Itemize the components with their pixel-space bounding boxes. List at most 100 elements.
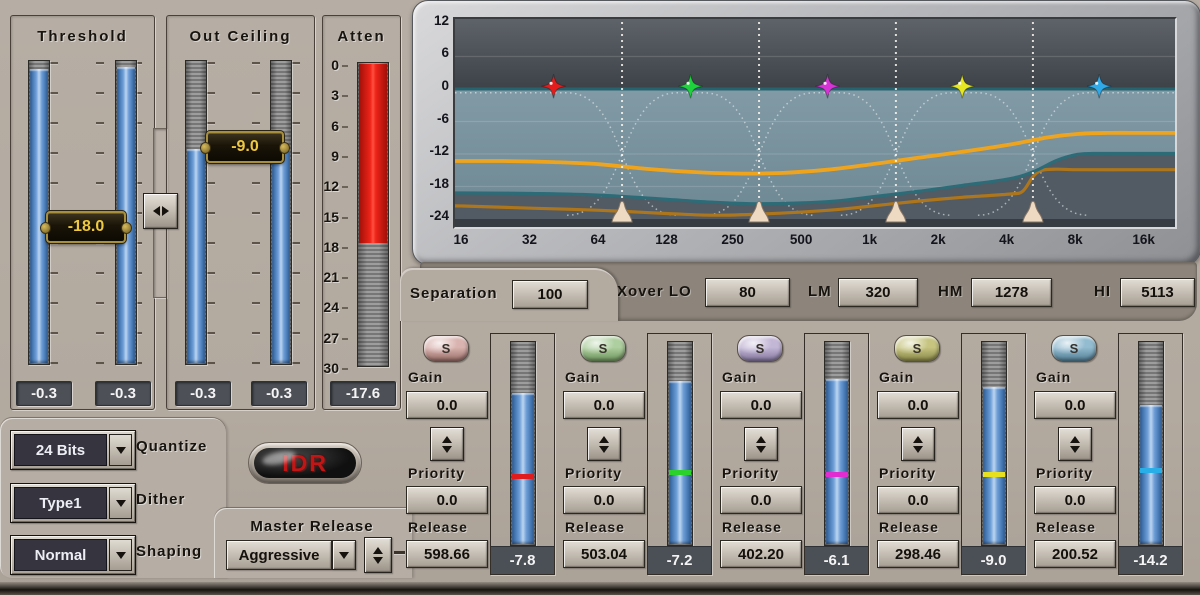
out-ceiling-value-tag[interactable]: -9.0 [200,130,290,164]
atten-scale-label: 9 [322,148,348,164]
band-1-solo-button[interactable]: S [423,335,469,362]
band-3-release-field[interactable]: 402.20 [720,540,802,568]
shaping-label: Shaping [136,543,203,560]
band-4-release-field[interactable]: 298.46 [877,540,959,568]
band-2-solo-button[interactable]: S [580,335,626,362]
y-tick-label: -24 [429,208,449,223]
xover-hi-field[interactable]: 5113 [1120,278,1195,307]
band-2-gain-stepper[interactable] [587,427,621,461]
band-2-gain-field[interactable]: 0.0 [563,391,645,419]
band-5-priority-field[interactable]: 0.0 [1034,486,1116,514]
dither-value: Type1 [14,487,107,519]
band-2-priority-field[interactable]: 0.0 [563,486,645,514]
atten-scale-label: 12 [322,178,348,194]
band-4-priority-field[interactable]: 0.0 [877,486,959,514]
band-5-priority-label: Priority [1036,465,1094,481]
x-tick-label: 2k [930,232,946,247]
band-5-meter-readout: -14.2 [1119,546,1182,574]
window-bottom-edge [0,582,1200,595]
dither-dropdown-arrow[interactable] [109,487,132,519]
band-4-solo-button[interactable]: S [894,335,940,362]
xover-lm-label: LM [808,283,832,300]
band-3-gain-field[interactable]: 0.0 [720,391,802,419]
x-tick-label: 16 [453,232,469,247]
band-1-gain-field[interactable]: 0.0 [406,391,488,419]
x-tick-label: 128 [655,232,678,247]
band-2-gain-label: Gain [565,369,601,385]
band-1-release-label: Release [408,519,468,535]
band-4-gain-field[interactable]: 0.0 [877,391,959,419]
band-3-priority-field[interactable]: 0.0 [720,486,802,514]
out-ceiling-slider-left[interactable] [185,60,207,365]
band-5-section: S Gain 0.0 Priority 0.0 Release 200.52 -… [1030,326,1187,576]
band-5-meter-channel [1138,341,1164,546]
band-1-priority-field[interactable]: 0.0 [406,486,488,514]
band-3-meter-mark [826,471,848,477]
link-right-arrow-icon [161,206,169,216]
out-ceiling-title: Out Ceiling [189,28,292,45]
out-ceiling-readout-right: -0.3 [251,381,307,406]
band-3-gain-label: Gain [722,369,758,385]
band-1-release-field[interactable]: 598.66 [406,540,488,568]
chevron-down-icon [339,551,349,559]
shaping-dropdown-arrow[interactable] [109,539,132,571]
up-arrow-icon [913,435,923,443]
atten-meter [357,62,389,367]
band-2-release-field[interactable]: 503.04 [563,540,645,568]
band-1-gain-stepper[interactable] [430,427,464,461]
atten-readout: -17.6 [330,381,396,406]
band-2-meter-readout: -7.2 [648,546,711,574]
quantize-dropdown-arrow[interactable] [109,434,132,466]
threshold-ceiling-link-button[interactable] [143,193,178,229]
band-3-gain-stepper[interactable] [744,427,778,461]
quantize-label: Quantize [136,438,208,455]
band-4-release-label: Release [879,519,939,535]
xover-lo-field[interactable]: 80 [705,278,790,307]
xover-lm-field[interactable]: 320 [838,278,918,307]
master-release-stepper[interactable] [364,537,392,573]
band-2-meter-mark [669,469,691,475]
threshold-value-tag[interactable]: -18.0 [40,210,132,244]
down-arrow-icon [913,445,923,453]
solo-letter: S [755,341,765,356]
up-arrow-icon [756,435,766,443]
master-release-dropdown-arrow[interactable] [332,540,356,570]
spectrum-plot[interactable] [453,17,1177,229]
band-3-solo-button[interactable]: S [737,335,783,362]
band-5-release-field[interactable]: 200.52 [1034,540,1116,568]
band-5-meter: -14.2 [1118,333,1183,575]
dither-dropdown[interactable]: Type1 [10,483,136,523]
band-3-section: S Gain 0.0 Priority 0.0 Release 402.20 -… [716,326,873,576]
x-tick-label: 8k [1067,232,1083,247]
quantize-dropdown[interactable]: 24 Bits [10,430,136,470]
solo-letter: S [441,341,451,356]
atten-meter-fill [359,64,387,243]
band-5-gain-label: Gain [1036,369,1072,385]
shaping-dropdown[interactable]: Normal [10,535,136,575]
shaping-value: Normal [14,539,107,571]
separation-field[interactable]: 100 [512,280,588,309]
band-2-meter-channel [667,341,693,546]
master-release-field[interactable]: Aggressive [226,540,332,570]
band-2-meter: -7.2 [647,333,712,575]
band-5-gain-field[interactable]: 0.0 [1034,391,1116,419]
up-arrow-icon [1070,435,1080,443]
band-5-solo-button[interactable]: S [1051,335,1097,362]
idr-logo-button[interactable]: IDR [248,442,362,484]
band-1-gain-label: Gain [408,369,444,385]
band-5-gain-stepper[interactable] [1058,427,1092,461]
band-4-gain-stepper[interactable] [901,427,935,461]
chevron-down-icon [115,446,126,454]
bands-section: S Gain 0.0 Priority 0.0 Release 598.66 -… [402,326,1200,576]
atten-scale-label: 3 [322,87,348,103]
band-4-section: S Gain 0.0 Priority 0.0 Release 298.46 -… [873,326,1030,576]
band-3-priority-label: Priority [722,465,780,481]
band-2-release-label: Release [565,519,625,535]
quantize-value: 24 Bits [14,434,107,466]
out-ceiling-slider-right[interactable] [270,60,292,365]
xover-hm-field[interactable]: 1278 [971,278,1052,307]
out-ceiling-tick-marks [207,62,215,364]
down-arrow-icon [442,445,452,453]
threshold-value: -18.0 [67,218,105,235]
x-tick-label: 16k [1132,232,1155,247]
